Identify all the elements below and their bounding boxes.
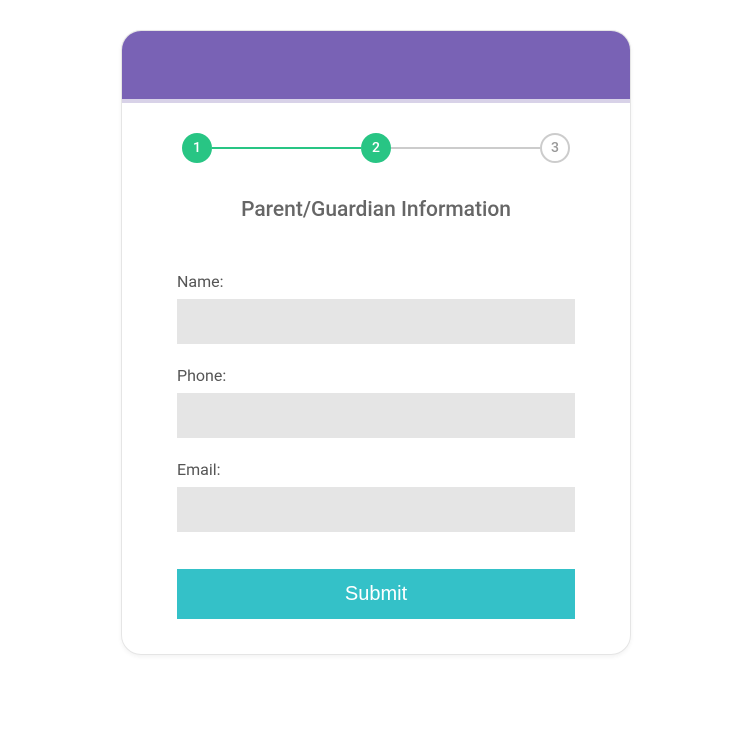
step-2-label: 2	[372, 140, 380, 156]
phone-field-group: Phone:	[177, 366, 575, 438]
step-2[interactable]: 2	[361, 133, 391, 163]
step-1-label: 1	[193, 140, 201, 156]
submit-button[interactable]: Submit	[177, 569, 575, 619]
phone-input[interactable]	[177, 393, 575, 438]
stepper: 1 2 3	[177, 133, 575, 163]
step-line-2-3	[391, 147, 540, 149]
name-field-group: Name:	[177, 272, 575, 344]
form-card: 1 2 3 Parent/Guardian Information Name: …	[121, 30, 631, 655]
step-3[interactable]: 3	[540, 133, 570, 163]
email-label: Email:	[177, 460, 575, 479]
name-input[interactable]	[177, 299, 575, 344]
step-3-label: 3	[551, 140, 559, 156]
email-input[interactable]	[177, 487, 575, 532]
phone-label: Phone:	[177, 366, 575, 385]
email-field-group: Email:	[177, 460, 575, 532]
form-content: 1 2 3 Parent/Guardian Information Name: …	[122, 103, 630, 654]
step-line-1-2	[212, 147, 361, 149]
name-label: Name:	[177, 272, 575, 291]
header-bar	[122, 31, 630, 103]
step-1[interactable]: 1	[182, 133, 212, 163]
form-title: Parent/Guardian Information	[177, 198, 575, 222]
